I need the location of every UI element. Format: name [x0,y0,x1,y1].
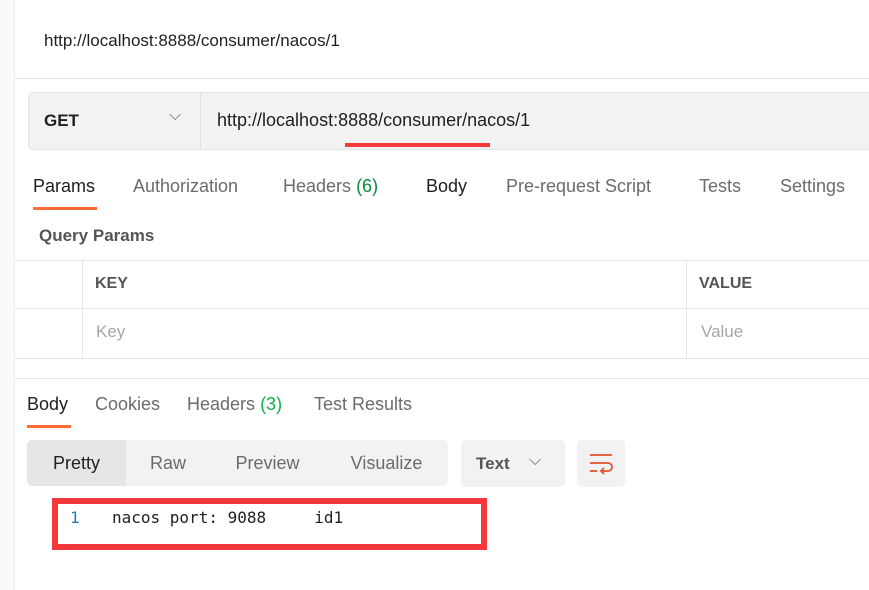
request-title: http://localhost:8888/consumer/nacos/1 [44,31,340,50]
column-divider [82,260,83,358]
key-input[interactable]: Key [96,322,125,342]
divider [15,378,869,379]
response-tab-test-results[interactable]: Test Results [314,394,412,415]
column-header-key: KEY [95,275,128,292]
query-params-title: Query Params [39,226,155,245]
wrap-lines-button[interactable] [577,440,625,487]
tab-params[interactable]: Params [33,176,95,197]
annotation-underline [345,143,490,147]
view-mode-selector: Pretty Raw Preview Visualize [27,440,448,486]
wrap-icon [590,454,613,475]
tab-pre-request-script[interactable]: Pre-request Script [506,176,651,197]
view-visualize[interactable]: Visualize [325,440,448,486]
headers-count: (6) [356,176,379,196]
url-input[interactable]: http://localhost:8888/consumer/nacos/1 [217,110,530,131]
sidebar-edge [0,0,15,590]
table-border [15,308,869,309]
view-preview[interactable]: Preview [210,440,325,486]
method-label: GET [44,111,79,130]
active-tab-indicator [27,425,71,428]
format-select[interactable]: Text ⌵ [461,440,565,487]
tab-authorization[interactable]: Authorization [133,176,238,197]
response-tab-body[interactable]: Body [27,394,68,415]
url-bar: GET ⌵ http://localhost:8888/consumer/nac… [28,92,869,150]
chevron-down-icon: ⌵ [169,107,182,124]
tab-body[interactable]: Body [426,176,467,197]
response-tab-headers[interactable]: Headers (3) [187,394,282,415]
view-pretty[interactable]: Pretty [27,440,126,486]
tab-label: Headers [187,394,256,414]
response-tab-cookies[interactable]: Cookies [95,394,160,415]
table-border [15,260,869,261]
tab-label: Headers [283,176,352,196]
method-select[interactable]: GET ⌵ [29,93,201,149]
active-tab-indicator [33,207,97,210]
headers-count: (3) [260,394,283,414]
divider [15,78,869,79]
value-input[interactable]: Value [701,322,743,342]
view-raw[interactable]: Raw [126,440,210,486]
chevron-down-icon: ⌵ [529,452,542,469]
annotation-box [52,498,487,550]
tab-headers[interactable]: Headers (6) [283,176,378,197]
tab-tests[interactable]: Tests [699,176,741,197]
tab-settings[interactable]: Settings [780,176,845,197]
table-border [15,358,869,359]
column-header-value: VALUE [699,275,753,292]
column-divider [686,260,687,358]
format-label: Text [476,454,510,473]
